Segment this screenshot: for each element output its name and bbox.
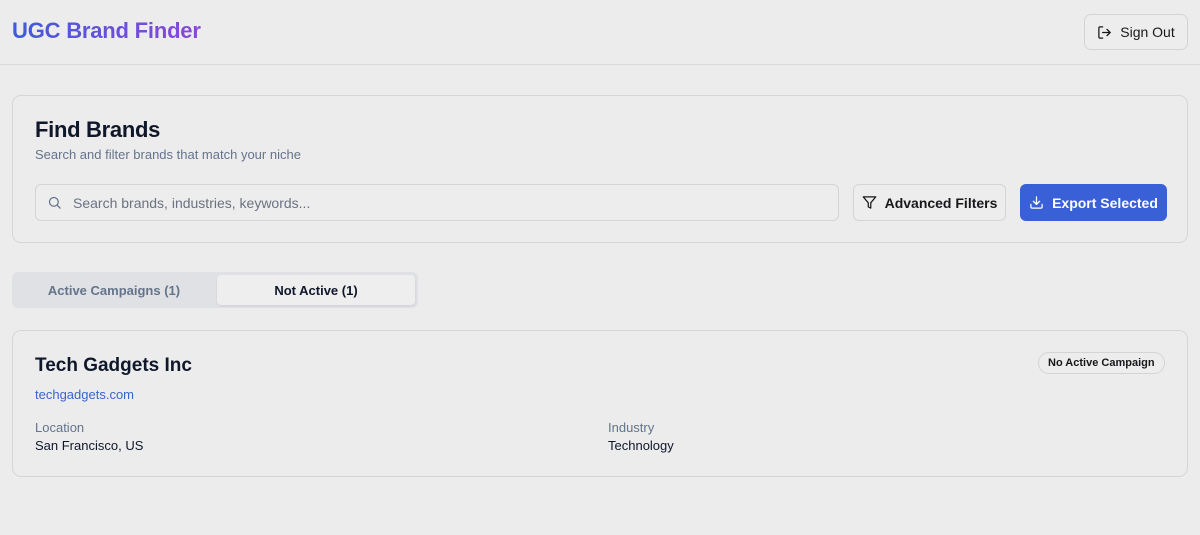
location-label: Location (35, 420, 85, 435)
log-out-icon (1097, 25, 1112, 40)
sign-out-button[interactable]: Sign Out (1084, 14, 1188, 50)
page-title: Find Brands (35, 117, 161, 142)
tab-active-campaigns[interactable]: Active Campaigns (1) (15, 275, 213, 305)
sign-out-label: Sign Out (1120, 24, 1175, 40)
export-selected-button[interactable]: Export Selected (1020, 184, 1167, 221)
search-field[interactable] (35, 184, 839, 221)
find-brands-card: Find Brands Search and filter brands tha… (12, 95, 1188, 243)
app-title: UGC Brand Finder (12, 18, 201, 43)
page-subtitle: Search and filter brands that match your… (35, 147, 301, 162)
advanced-filters-button[interactable]: Advanced Filters (853, 184, 1006, 221)
brand-card: Tech Gadgets Inc techgadgets.com No Acti… (12, 330, 1188, 477)
industry-value: Technology (608, 438, 674, 453)
advanced-filters-label: Advanced Filters (884, 194, 998, 211)
download-icon (1029, 195, 1044, 210)
industry-label: Industry (608, 420, 655, 435)
location-value: San Francisco, US (35, 438, 144, 453)
export-selected-label: Export Selected (1052, 194, 1158, 211)
brand-website-link[interactable]: techgadgets.com (35, 387, 134, 402)
search-input[interactable] (73, 194, 813, 211)
brand-name: Tech Gadgets Inc (35, 355, 192, 376)
campaign-tabs: Active Campaigns (1) Not Active (1) (12, 272, 418, 308)
status-badge: No Active Campaign (1038, 352, 1165, 374)
tab-not-active[interactable]: Not Active (1) (217, 275, 415, 305)
filter-icon (862, 195, 877, 210)
top-bar: UGC Brand Finder Sign Out (0, 0, 1200, 65)
search-icon (47, 195, 62, 210)
